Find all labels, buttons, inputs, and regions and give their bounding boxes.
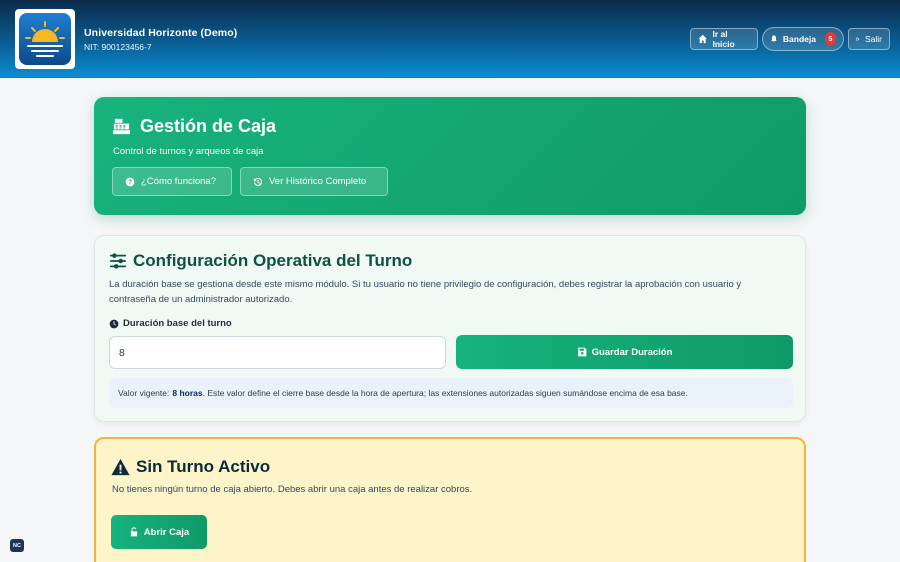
top-header: Universidad Horizonte (Demo) NIT: 900123… — [0, 0, 900, 78]
duration-field-label: Duración base del turno — [109, 318, 232, 329]
warning-triangle-icon — [111, 458, 130, 475]
cash-management-hero: Gestión de Caja Control de turnos y arqu… — [94, 97, 806, 215]
how-it-works-label: ¿Cómo funciona? — [141, 176, 216, 187]
unlock-icon — [130, 527, 137, 537]
sunrise-logo-icon — [19, 13, 71, 65]
warning-description: No tienes ningún turno de caja abierto. … — [112, 484, 473, 495]
save-duration-label: Guardar Duración — [591, 346, 673, 358]
warning-title-text: Sin Turno Activo — [136, 457, 271, 476]
config-title: Configuración Operativa del Turno — [109, 251, 412, 271]
how-it-works-button[interactable]: ? ¿Cómo funciona? — [112, 167, 232, 196]
shift-configuration-card: Configuración Operativa del Turno La dur… — [94, 235, 806, 422]
question-circle-icon: ? — [125, 177, 135, 186]
svg-text:?: ? — [128, 179, 132, 186]
hero-title-text: Gestión de Caja — [140, 116, 277, 136]
info-current-value: 8 horas — [172, 388, 203, 398]
org-name: Universidad Horizonte (Demo) — [84, 27, 238, 39]
open-cashbox-button[interactable]: Abrir Caja — [111, 515, 207, 549]
home-button[interactable]: Ir al Inicio — [690, 28, 758, 50]
no-active-shift-card: Sin Turno Activo No tienes ningún turno … — [94, 437, 806, 562]
corner-badge[interactable]: NC — [10, 539, 24, 552]
duration-field-label-text: Duración base del turno — [123, 318, 232, 329]
org-nit: NIT: 900123456-7 — [84, 42, 152, 52]
config-title-text: Configuración Operativa del Turno — [133, 251, 413, 270]
duration-input[interactable] — [109, 336, 446, 369]
warning-title: Sin Turno Activo — [111, 457, 270, 477]
logout-button[interactable]: Salir — [848, 28, 890, 50]
hero-title: Gestión de Caja — [112, 116, 276, 137]
cash-register-icon — [112, 118, 131, 135]
info-suffix: . Este valor define el cierre base desde… — [202, 388, 688, 398]
inbox-count-badge: 5 — [824, 32, 836, 46]
sign-out-icon — [856, 37, 860, 41]
floppy-disk-icon — [577, 347, 586, 357]
logout-button-label: Salir — [864, 34, 882, 44]
sliders-icon — [109, 253, 127, 269]
clock-icon — [109, 319, 119, 328]
save-duration-button[interactable]: Guardar Duración — [456, 335, 793, 369]
hero-subtitle: Control de turnos y arqueos de caja — [113, 146, 264, 157]
current-value-info: Valor vigente: 8 horas. Este valor defin… — [109, 378, 793, 408]
home-icon — [698, 34, 707, 44]
org-info: Universidad Horizonte (Demo) NIT: 900123… — [84, 27, 237, 52]
view-history-label: Ver Histórico Completo — [269, 176, 367, 187]
bell-icon — [771, 35, 777, 43]
info-prefix: Valor vigente: — [118, 388, 170, 398]
open-cashbox-label: Abrir Caja — [143, 526, 190, 538]
org-logo[interactable] — [15, 9, 75, 69]
config-description: La duración base se gestiona desde este … — [109, 279, 742, 305]
home-button-label: Ir al Inicio — [712, 29, 735, 49]
inbox-button-label: Bandeja — [782, 34, 816, 44]
inbox-button[interactable]: Bandeja 5 — [762, 27, 844, 51]
history-icon — [253, 177, 263, 186]
view-history-button[interactable]: Ver Histórico Completo — [240, 167, 388, 196]
